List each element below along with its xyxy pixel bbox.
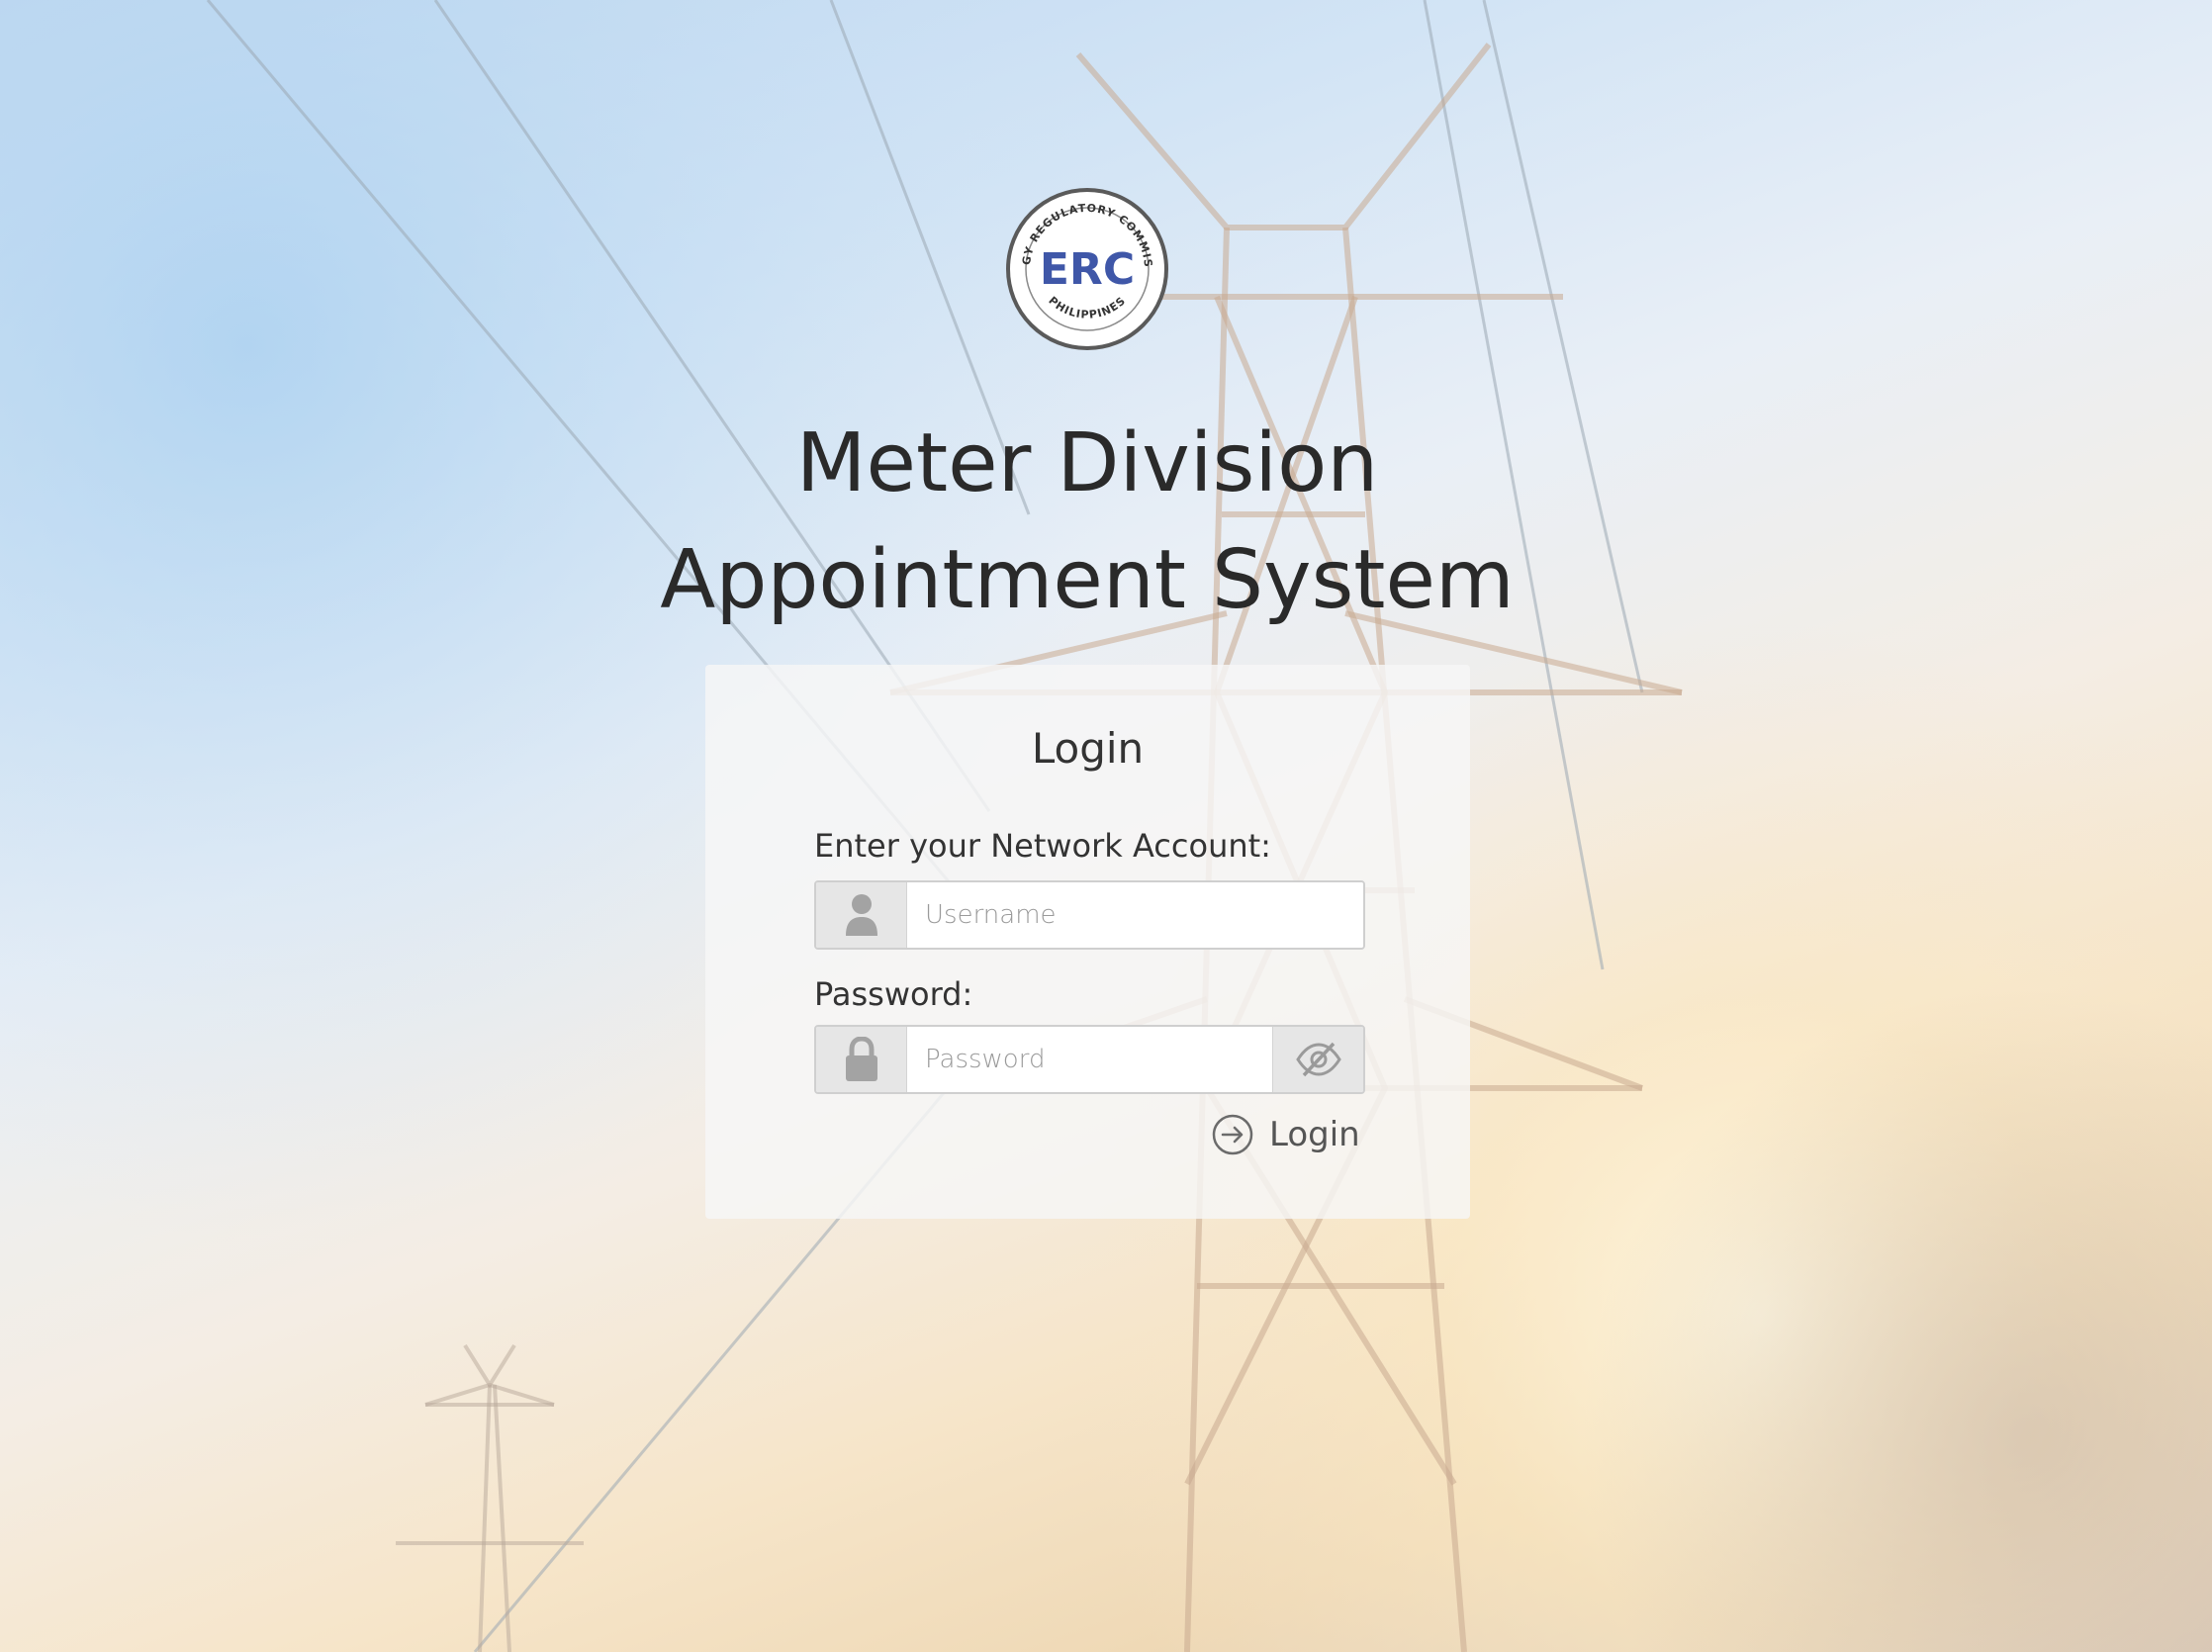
svg-text:ERC: ERC — [1040, 244, 1135, 295]
login-page: ENERGY REGULATORY COMMISSION PHILIPPINES… — [0, 0, 2212, 1652]
lock-icon — [816, 1027, 907, 1092]
password-input[interactable] — [907, 1027, 1272, 1092]
password-input-group — [814, 1025, 1365, 1094]
password-label: Password: — [814, 975, 973, 1013]
erc-logo: ENERGY REGULATORY COMMISSION PHILIPPINES… — [1004, 186, 1168, 350]
eye-slash-icon[interactable] — [1272, 1027, 1363, 1092]
username-label: Enter your Network Account: — [814, 827, 1271, 865]
arrow-right-circle-icon — [1210, 1112, 1255, 1157]
login-button[interactable]: Login — [1210, 1112, 1360, 1157]
login-button-label: Login — [1269, 1115, 1360, 1154]
user-icon — [816, 882, 907, 948]
page-title-line1: Meter Division — [795, 416, 1379, 510]
username-input-group — [814, 880, 1365, 950]
username-input[interactable] — [907, 882, 1363, 948]
page-title: Meter Division Appointment System — [0, 406, 2174, 639]
login-heading: Login — [1031, 724, 1145, 773]
login-card: Login Enter your Network Account: Passwo… — [705, 665, 1470, 1219]
page-title-line2: Appointment System — [660, 533, 1515, 627]
